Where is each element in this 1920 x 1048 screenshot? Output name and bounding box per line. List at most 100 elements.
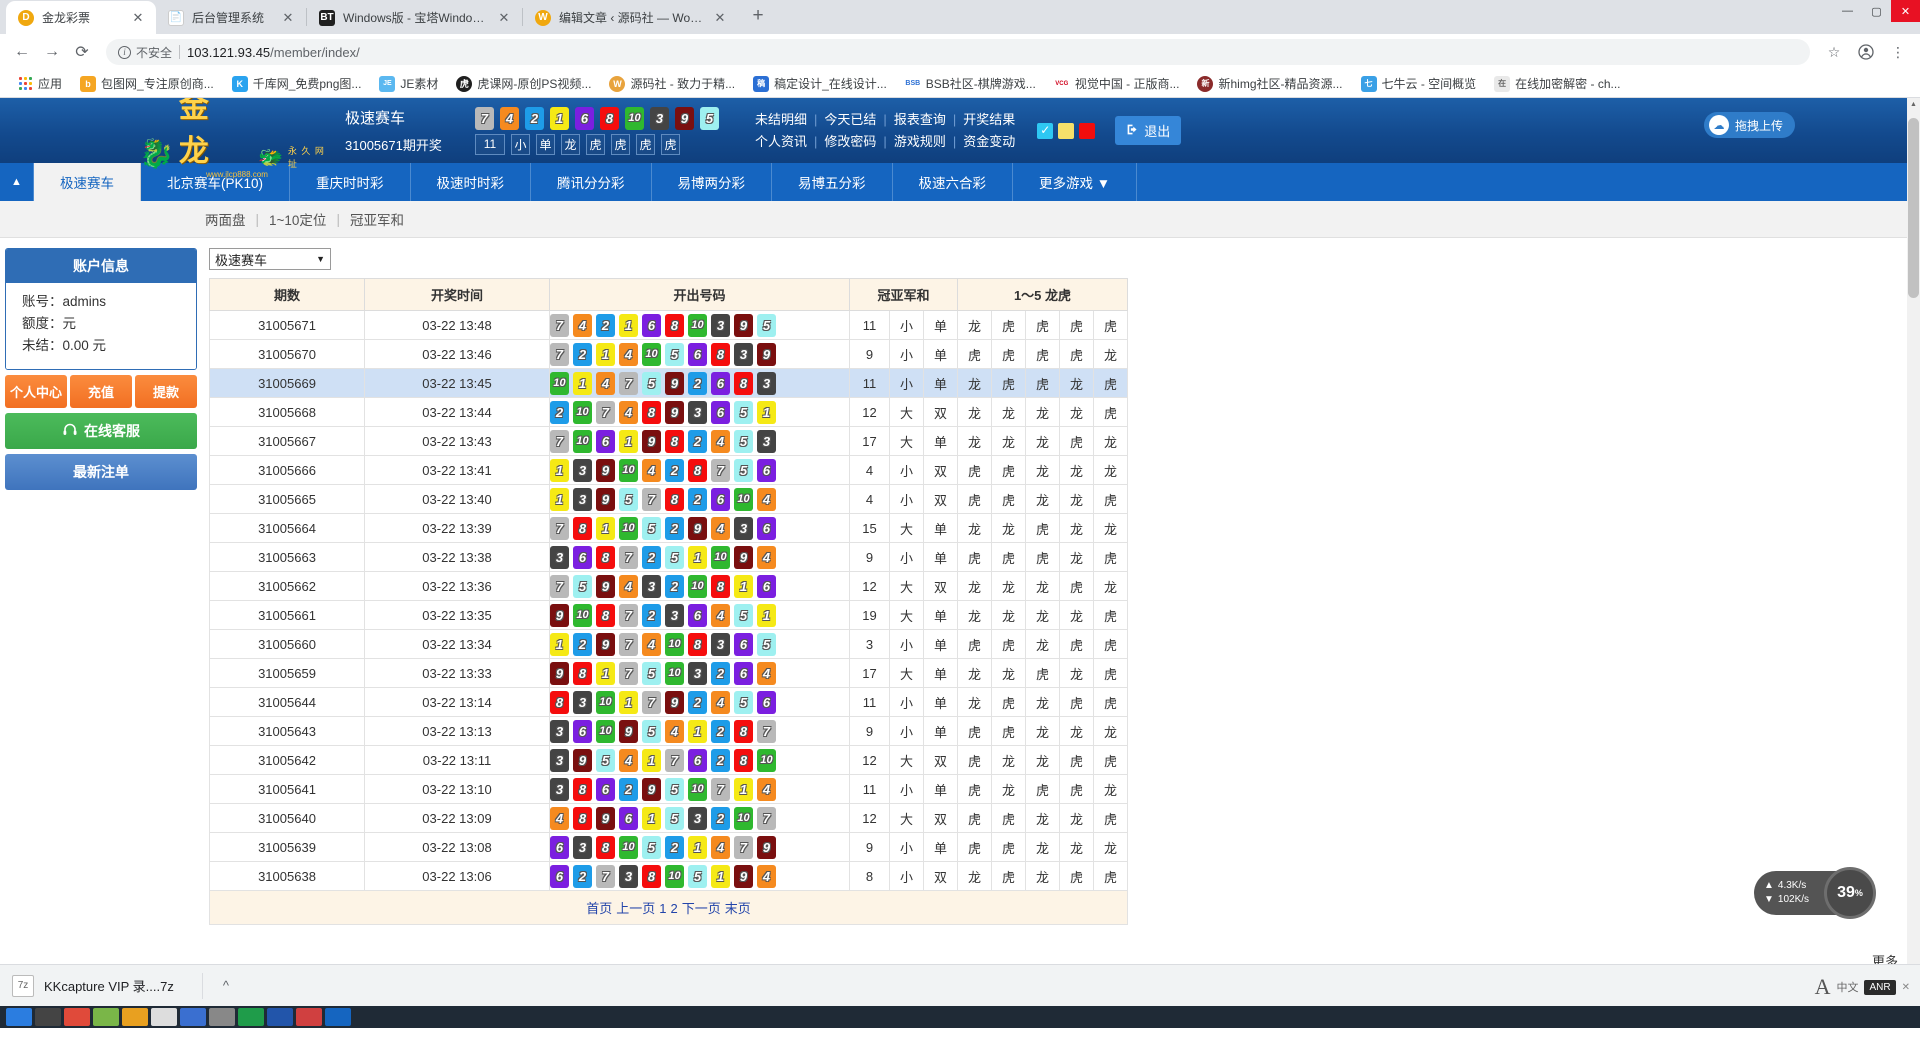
deposit-button[interactable]: 充值: [70, 375, 132, 408]
window-maximize-button[interactable]: ▢: [1862, 0, 1891, 22]
security-indicator[interactable]: i 不安全: [118, 44, 172, 61]
bookmark-item-8[interactable]: VCG视觉中国 - 正版商...: [1047, 72, 1187, 95]
table-row[interactable]: 3100563803-22 13:06627381051948小双龙虎龙虎虎: [210, 862, 1128, 891]
ime-indicator[interactable]: A 中文 ANR ✕: [1815, 974, 1910, 1000]
table-row[interactable]: 3100566503-22 13:40139578261044小双虎虎龙龙虎: [210, 485, 1128, 514]
bookmark-item-6[interactable]: 稿稿定设计_在线设计...: [746, 72, 894, 95]
withdraw-button[interactable]: 提款: [135, 375, 197, 408]
nav-item-item[interactable]: 极速时时彩: [411, 163, 532, 201]
table-row[interactable]: 3100567003-22 13:46721410568399小单虎虎虎虎龙: [210, 340, 1128, 369]
nav-item-item[interactable]: 易博五分彩: [772, 163, 893, 201]
profile-avatar-icon[interactable]: [1852, 38, 1880, 66]
table-row[interactable]: 3100563903-22 13:08638105214799小单虎虎龙龙龙: [210, 833, 1128, 862]
window-minimize-button[interactable]: —: [1833, 0, 1862, 22]
tab-close-icon[interactable]: ✕: [496, 10, 512, 26]
pagination-link[interactable]: 下一页: [682, 901, 721, 916]
browser-tab-1[interactable]: 📄 后台管理系统 ✕: [156, 1, 306, 34]
bookmark-item-7[interactable]: BSBBSB社区-棋牌游戏...: [898, 72, 1043, 95]
bookmark-item-2[interactable]: K千库网_免费png图...: [225, 72, 369, 95]
bookmark-item-apps[interactable]: 应用: [10, 72, 69, 95]
taskbar-app-icon[interactable]: [325, 1008, 351, 1026]
header-menu-link[interactable]: 开奖结果: [963, 112, 1015, 127]
ime-close-icon[interactable]: ✕: [1902, 982, 1910, 993]
bookmark-item-11[interactable]: 在在线加密解密 - ch...: [1487, 72, 1627, 95]
header-menu-link[interactable]: 个人资讯: [755, 134, 807, 149]
table-row[interactable]: 3100566003-22 13:34129741083653小单虎虎龙虎虎: [210, 630, 1128, 659]
page-scrollbar[interactable]: ▲ ▼: [1907, 98, 1920, 1028]
pagination-link[interactable]: 末页: [725, 901, 751, 916]
header-menu-link[interactable]: 游戏规则: [894, 134, 946, 149]
nav-item-item[interactable]: 腾讯分分彩: [531, 163, 652, 201]
table-row[interactable]: 3100566403-22 13:397811052943615大单龙龙虎龙龙: [210, 514, 1128, 543]
scrollbar-thumb[interactable]: [1908, 118, 1919, 298]
header-menu-link[interactable]: 修改密码: [824, 134, 876, 149]
check-icon[interactable]: ✓: [1037, 123, 1053, 139]
bookmark-item-10[interactable]: 七七牛云 - 空间概览: [1354, 72, 1484, 95]
latest-orders-button[interactable]: 最新注单: [5, 454, 197, 490]
bookmark-item-3[interactable]: JEJE素材: [372, 72, 445, 95]
table-row[interactable]: 3100566703-22 13:437106198245317大单龙龙龙虎龙: [210, 427, 1128, 456]
download-menu-caret-icon[interactable]: ^: [223, 978, 229, 993]
table-row[interactable]: 3100566303-22 13:38368725110949小单虎虎虎龙虎: [210, 543, 1128, 572]
tab-close-icon[interactable]: ✕: [712, 10, 728, 26]
table-row[interactable]: 3100566903-22 13:451014759268311小单龙虎虎龙虎: [210, 369, 1128, 398]
taskbar-app-icon[interactable]: [296, 1008, 322, 1026]
scroll-up-icon[interactable]: ▲: [1907, 98, 1920, 111]
new-tab-button[interactable]: +: [744, 3, 772, 31]
forward-icon[interactable]: →: [38, 38, 66, 66]
table-row[interactable]: 3100567103-22 13:487421681039511小单龙虎虎虎虎: [210, 311, 1128, 340]
taskbar-start-icon[interactable]: [6, 1008, 32, 1026]
subnav-item[interactable]: 1~10定位: [269, 209, 326, 229]
subnav-item[interactable]: 两面盘: [205, 209, 246, 229]
taskbar-app-icon[interactable]: [209, 1008, 235, 1026]
browser-tab-3[interactable]: W 编辑文章 ‹ 源码社 — WordPress ✕: [523, 1, 738, 34]
tab-close-icon[interactable]: ✕: [280, 10, 296, 26]
taskbar-app-icon[interactable]: [180, 1008, 206, 1026]
pagination-link[interactable]: 首页: [586, 901, 612, 916]
taskbar-app-icon[interactable]: [151, 1008, 177, 1026]
browser-tab-2[interactable]: BT Windows版 - 宝塔Windows面板 ✕: [307, 1, 522, 34]
header-menu-link[interactable]: 报表查询: [894, 112, 946, 127]
bookmark-item-4[interactable]: 虎虎课网-原创PS视频...: [449, 72, 598, 95]
nav-item-item[interactable]: 更多游戏 ▼: [1013, 163, 1137, 201]
bookmark-star-icon[interactable]: ☆: [1820, 38, 1848, 66]
table-row[interactable]: 3100564303-22 13:13361095412879小单虎虎龙龙龙: [210, 717, 1128, 746]
header-menu-link[interactable]: 资金变动: [963, 134, 1015, 149]
table-row[interactable]: 3100564403-22 13:148310179245611小单龙虎龙虎虎: [210, 688, 1128, 717]
header-menu-link[interactable]: 今天已结: [824, 112, 876, 127]
upload-pill[interactable]: ☁ 拖拽上传: [1704, 112, 1795, 138]
bookmark-item-5[interactable]: W源码社 - 致力于精...: [602, 72, 742, 95]
table-row[interactable]: 3100566203-22 13:367594321081612大双龙龙龙虎龙: [210, 572, 1128, 601]
table-row[interactable]: 3100566103-22 13:359108723645119大单龙龙龙龙虎: [210, 601, 1128, 630]
game-select[interactable]: 极速赛车 ▼: [209, 248, 331, 270]
download-item[interactable]: 7z KKcapture VIP 录....7z ^: [12, 973, 229, 999]
table-row[interactable]: 3100564003-22 13:094896153210712大双虎虎龙龙虎: [210, 804, 1128, 833]
reload-icon[interactable]: ⟳: [68, 38, 96, 66]
table-row[interactable]: 3100565903-22 13:339817510326417大单龙龙虎龙虎: [210, 659, 1128, 688]
header-menu-link[interactable]: 未结明细: [755, 112, 807, 127]
taskbar-app-icon[interactable]: [238, 1008, 264, 1026]
back-icon[interactable]: ←: [8, 38, 36, 66]
site-logo[interactable]: 🐉 金 龙 🐲 永 久 网 址 www.jlcp888.com: [125, 103, 335, 159]
tab-close-icon[interactable]: ✕: [130, 10, 146, 26]
nav-home-icon[interactable]: ▲: [0, 163, 33, 201]
table-row[interactable]: 3100566603-22 13:41139104287564小双虎虎龙龙龙: [210, 456, 1128, 485]
pagination-link[interactable]: 1: [659, 901, 666, 916]
yellow-swatch-icon[interactable]: [1058, 123, 1074, 139]
table-row[interactable]: 3100564203-22 13:113954176281012大双虎龙龙虎虎: [210, 746, 1128, 775]
pagination-link[interactable]: 2: [671, 901, 678, 916]
table-row[interactable]: 3100564103-22 13:103862951071411小单虎龙虎虎龙: [210, 775, 1128, 804]
address-bar[interactable]: i 不安全 103.121.93.45/member/index/: [106, 39, 1810, 65]
table-row[interactable]: 3100566803-22 13:442107489365112大双龙龙龙龙虎: [210, 398, 1128, 427]
personal-center-button[interactable]: 个人中心: [5, 375, 67, 408]
taskbar-app-icon[interactable]: [93, 1008, 119, 1026]
taskbar-app-icon[interactable]: [267, 1008, 293, 1026]
subnav-item[interactable]: 冠亚军和: [350, 209, 404, 229]
pagination-link[interactable]: 上一页: [616, 901, 655, 916]
taskbar-app-icon[interactable]: [64, 1008, 90, 1026]
browser-menu-icon[interactable]: ⋮: [1884, 38, 1912, 66]
network-speed-widget[interactable]: ▲4.3K/s ▼102K/s 39%: [1754, 871, 1868, 915]
nav-item-item[interactable]: 易博两分彩: [652, 163, 773, 201]
taskbar-app-icon[interactable]: [122, 1008, 148, 1026]
bookmark-item-9[interactable]: 新新himg社区-精品资源...: [1190, 72, 1349, 95]
